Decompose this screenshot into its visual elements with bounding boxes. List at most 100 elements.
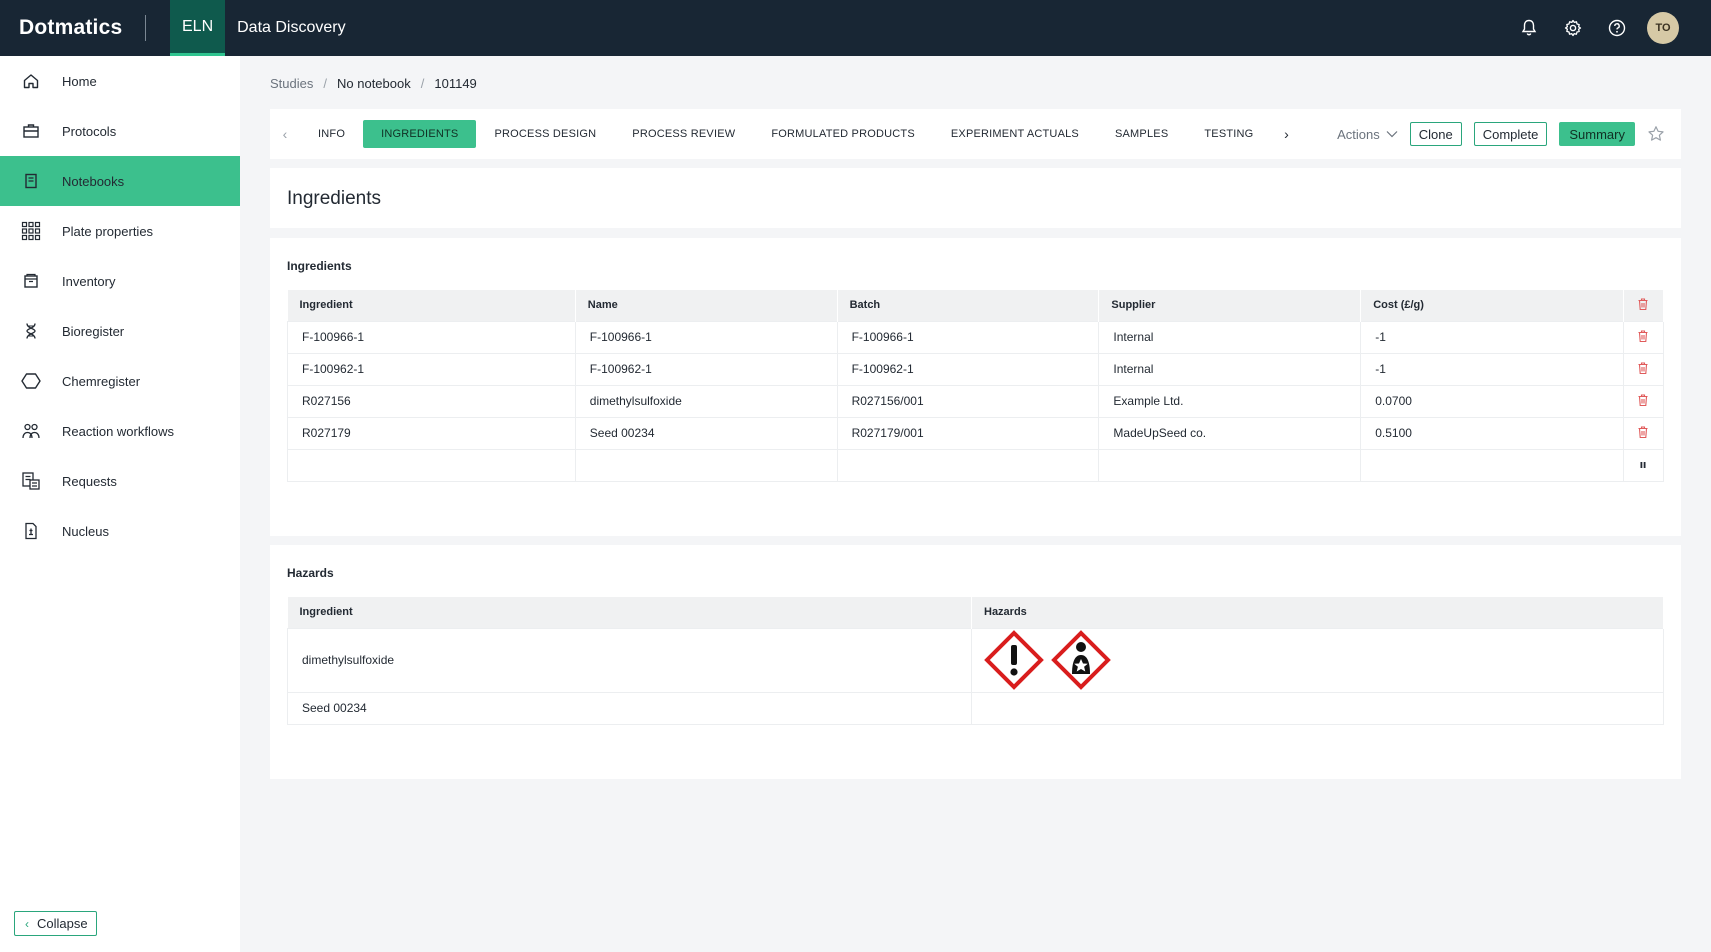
sidebar-item-requests[interactable]: Requests [0, 456, 240, 506]
tab-testing[interactable]: TESTING [1186, 120, 1271, 148]
hexagon-icon [21, 371, 41, 391]
table-row[interactable]: R027156 dimethylsulfoxide R027156/001 Ex… [287, 384, 1665, 418]
sidebar-item-inventory[interactable]: Inventory [0, 256, 240, 306]
requests-icon [21, 471, 41, 491]
table-cell[interactable]: Internal [1098, 320, 1362, 354]
sidebar-item-protocols[interactable]: Protocols [0, 106, 240, 156]
dna-icon [21, 321, 41, 341]
table-cell[interactable]: 0.5100 [1360, 416, 1624, 450]
table-cell[interactable]: F-100966-1 [836, 320, 1100, 354]
table-cell[interactable]: dimethylsulfoxide [574, 384, 838, 418]
delete-row-button[interactable] [1622, 352, 1665, 386]
trash-icon [1638, 329, 1648, 342]
table-header-row: Ingredient Hazards [287, 597, 1664, 628]
table-cell[interactable]: -1 [1360, 320, 1624, 354]
star-icon[interactable] [1647, 125, 1665, 143]
breadcrumb-studies[interactable]: Studies [270, 76, 313, 91]
table-cell-empty[interactable] [574, 448, 838, 482]
briefcase-icon [21, 121, 41, 141]
table-cell[interactable]: F-100966-1 [574, 320, 838, 354]
app-tab-data-discovery[interactable]: Data Discovery [225, 0, 357, 56]
table-cell[interactable]: -1 [1360, 352, 1624, 386]
home-icon [21, 71, 41, 91]
delete-row-button[interactable] [1622, 320, 1665, 354]
hazards-section-title: Hazards [287, 566, 334, 580]
table-cell[interactable]: R027156/001 [836, 384, 1100, 418]
app-tab-eln[interactable]: ELN [170, 0, 226, 56]
sidebar-item-chemregister[interactable]: Chemregister [0, 356, 240, 406]
tab-process-review[interactable]: PROCESS REVIEW [614, 120, 753, 148]
sidebar-item-label: Plate properties [62, 223, 154, 239]
page-title-panel: Ingredients [270, 168, 1681, 228]
help-icon[interactable] [1595, 0, 1639, 56]
breadcrumb-current: 101149 [434, 76, 477, 91]
ingredients-table: Ingredient Name Batch Supplier Cost (£/g… [287, 290, 1665, 482]
delete-row-button[interactable] [1622, 416, 1665, 450]
table-cell-empty[interactable] [1098, 448, 1362, 482]
table-cell-empty[interactable] [836, 448, 1100, 482]
gear-icon[interactable] [1551, 0, 1595, 56]
sidebar-item-label: Notebooks [62, 173, 125, 189]
tab-formulated-products[interactable]: FORMULATED PRODUCTS [753, 120, 933, 148]
delete-all-button[interactable] [1623, 290, 1665, 321]
table-cell[interactable]: R027179/001 [836, 416, 1100, 450]
sidebar-item-reaction-workflows[interactable]: Reaction workflows [0, 406, 240, 456]
summary-button[interactable]: Summary [1559, 122, 1635, 146]
app-logo[interactable]: Dotmatics [19, 16, 145, 40]
table-cell[interactable]: F-100966-1 [287, 320, 576, 354]
hazards-panel: Hazards Ingredient Hazards dimethylsulfo… [270, 545, 1681, 779]
tab-scroll-left-icon[interactable]: ‹ [270, 126, 300, 142]
tab-experiment-actuals[interactable]: EXPERIMENT ACTUALS [933, 120, 1097, 148]
table-row[interactable]: F-100962-1 F-100962-1 F-100962-1 Interna… [287, 352, 1665, 386]
clone-button[interactable]: Clone [1409, 122, 1462, 146]
table-cell[interactable]: F-100962-1 [574, 352, 838, 386]
tab-info[interactable]: INFO [300, 120, 363, 148]
top-bar: Dotmatics ELN Data Discovery TO [0, 0, 1711, 56]
sidebar-item-notebooks[interactable]: Notebooks [0, 156, 240, 206]
sidebar-item-label: Requests [62, 473, 117, 489]
sidebar-item-home[interactable]: Home [0, 56, 240, 106]
sidebar-item-bioregister[interactable]: Bioregister [0, 306, 240, 356]
avatar[interactable]: TO [1647, 12, 1679, 44]
actions-dropdown[interactable]: Actions [1337, 127, 1398, 142]
delete-row-button[interactable] [1622, 384, 1665, 418]
table-cell[interactable]: F-100962-1 [287, 352, 576, 386]
bell-icon[interactable] [1507, 0, 1551, 56]
table-row[interactable]: R027179 Seed 00234 R027179/001 MadeUpSee… [287, 416, 1665, 450]
table-cell[interactable]: 0.0700 [1360, 384, 1624, 418]
table-cell[interactable]: R027156 [287, 384, 576, 418]
hazards-table: Ingredient Hazards dimethylsulfoxide See… [287, 597, 1664, 725]
table-row[interactable]: F-100966-1 F-100966-1 F-100966-1 Interna… [287, 320, 1665, 354]
complete-button[interactable]: Complete [1473, 122, 1548, 146]
table-cell[interactable]: R027179 [287, 416, 576, 450]
notebook-icon [21, 171, 41, 191]
trash-icon [1638, 298, 1648, 310]
table-cell[interactable]: Seed 00234 [574, 416, 838, 450]
tab-ingredients[interactable]: INGREDIENTS [363, 120, 477, 148]
column-header: Cost (£/g) [1360, 290, 1624, 321]
tab-scroll-right-icon[interactable]: › [1271, 126, 1301, 142]
table-cell[interactable]: MadeUpSeed co. [1098, 416, 1362, 450]
new-row[interactable] [287, 448, 1665, 482]
trash-icon [1638, 393, 1648, 406]
trash-icon [1638, 361, 1648, 374]
table-cell-empty[interactable] [1360, 448, 1624, 482]
sidebar-item-nucleus[interactable]: Nucleus [0, 506, 240, 556]
collapse-label: Collapse [37, 916, 88, 931]
breadcrumb-notebook[interactable]: No notebook [337, 76, 411, 91]
collapse-button[interactable]: ‹ Collapse [14, 911, 97, 936]
breadcrumb: Studies / No notebook / 101149 [270, 76, 477, 91]
table-cell[interactable]: F-100962-1 [836, 352, 1100, 386]
breadcrumb-separator: / [323, 76, 327, 91]
tab-samples[interactable]: SAMPLES [1097, 120, 1186, 148]
sidebar: Home Protocols Notebooks Plate propertie… [0, 56, 240, 952]
table-cell[interactable]: Internal [1098, 352, 1362, 386]
table-cell-empty[interactable] [287, 448, 576, 482]
document-icon [21, 521, 41, 541]
table-cell[interactable]: Example Ltd. [1098, 384, 1362, 418]
table-row: Seed 00234 [287, 691, 1664, 725]
row-handle-icon[interactable] [1622, 448, 1665, 482]
grid-icon [21, 221, 41, 241]
sidebar-item-plate-properties[interactable]: Plate properties [0, 206, 240, 256]
tab-process-design[interactable]: PROCESS DESIGN [476, 120, 614, 148]
